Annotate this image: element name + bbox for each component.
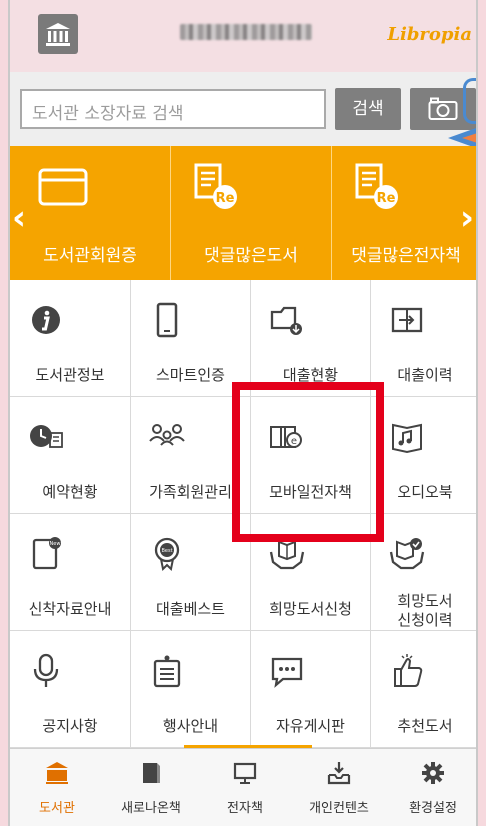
clock-list-icon [30, 425, 63, 448]
library-icon [46, 762, 68, 784]
banner-label: 댓글많은도서 [204, 246, 298, 266]
header: Libropia [10, 0, 476, 72]
menu-item-label: 자유게시판 [275, 717, 345, 735]
menu-item-recommended[interactable]: 추천도서 [371, 631, 476, 748]
tab-settings[interactable]: 환경설정 [386, 749, 476, 826]
svg-text:Best: Best [161, 548, 172, 554]
menu-item-label: 대출이력 [397, 366, 453, 384]
thumbs-up-icon [394, 654, 423, 687]
menu-item-label: 신착자료안내 [28, 600, 112, 618]
tab-ebooks[interactable]: 전자책 [198, 749, 292, 826]
banner-label: 도서관회원증 [43, 246, 137, 266]
menu-item-free-board[interactable]: 자유게시판 [251, 631, 371, 748]
menu-item-label: 행사안내 [162, 717, 219, 735]
banner-carousel: ‹ 도서관회원증 Re 댓글많은도서 Re 댓글많은전자책 › [10, 146, 476, 280]
tab-new-books[interactable]: 새로나온책 [104, 749, 198, 826]
menu-item-events[interactable]: 행사안내 [131, 631, 251, 748]
menu-item-new-arrivals[interactable]: New 신착자료안내 [10, 514, 131, 631]
menu-item-label: 도서관정보 [35, 366, 105, 384]
tab-label: 환경설정 [409, 801, 457, 816]
tab-label: 새로나온책 [121, 801, 181, 816]
menu-item-audiobook[interactable]: 오디오북 [371, 397, 476, 514]
search-input[interactable]: 도서관 소장자료 검색 [20, 89, 326, 129]
brand-logo: Libropia [387, 24, 472, 45]
new-book-tab-icon [143, 763, 160, 783]
best-badge-icon: Best [154, 537, 180, 572]
card-icon [38, 168, 88, 206]
menu-item-library-info[interactable]: 도서관정보 [10, 280, 131, 397]
tab-label: 전자책 [227, 801, 263, 816]
menu-item-loan-status[interactable]: 대출현황 [251, 280, 371, 397]
menu-item-notices[interactable]: 공지사항 [10, 631, 131, 748]
camera-icon [428, 97, 458, 120]
banner-label: 댓글많은전자책 [351, 246, 461, 266]
menu-item-label: 희망도서신청 [269, 600, 352, 618]
new-book-icon: New [32, 537, 61, 570]
enter-box-icon [391, 307, 423, 333]
menu-item-smart-auth[interactable]: 스마트인증 [131, 280, 251, 397]
menu-item-label: 희망도서 신청이력 [397, 592, 453, 629]
tab-label: 도서관 [39, 801, 75, 816]
carousel-next-arrow[interactable]: › [460, 198, 474, 238]
banner-item-popular-books[interactable]: Re 댓글많은도서 [171, 146, 331, 280]
svg-text:New: New [50, 541, 61, 547]
folder-download-icon [270, 306, 302, 335]
inbox-download-icon [327, 762, 351, 785]
library-building-icon [46, 23, 70, 46]
audiobook-icon [392, 423, 422, 454]
menu-item-reservation-status[interactable]: 예약현황 [10, 397, 131, 514]
tab-library[interactable]: 도서관 [10, 749, 104, 826]
microphone-icon [33, 653, 59, 687]
home-button[interactable] [38, 14, 78, 54]
app-screen: Libropia 도서관 소장자료 검색 검색 ‹ 도서관회원증 Re 댓글많은… [8, 0, 478, 826]
menu-item-label: 오디오북 [397, 483, 453, 501]
monitor-icon [233, 762, 257, 784]
svg-text:Re: Re [377, 191, 396, 206]
menu-item-label: 추천도서 [397, 717, 453, 735]
family-icon [149, 424, 185, 446]
chat-bubble-icon [271, 657, 303, 688]
book-reply-icon: Re [355, 163, 398, 209]
menu-item-label: 대출베스트 [155, 600, 225, 618]
gear-icon [422, 762, 444, 784]
overlay-bracket-icon [463, 78, 476, 124]
bottom-tab-bar: 도서관 새로나온책 전자책 개인컨텐츠 환경설정 [10, 748, 476, 826]
menu-item-label: 공지사항 [42, 717, 98, 735]
search-bar: 도서관 소장자료 검색 검색 [10, 72, 476, 146]
menu-item-label: 예약현황 [42, 483, 98, 501]
book-reply-icon: Re [194, 163, 237, 209]
tab-label: 개인컨텐츠 [309, 801, 369, 816]
annotation-highlight-box [232, 382, 384, 542]
notice-board-icon [153, 655, 181, 688]
tab-personal-contents[interactable]: 개인컨텐츠 [292, 749, 386, 826]
svg-text:Re: Re [216, 191, 235, 206]
menu-item-request-history[interactable]: 희망도서 신청이력 [371, 514, 476, 631]
banner-item-membership-card[interactable]: 도서관회원증 [10, 146, 170, 280]
banner-item-popular-ebooks[interactable]: Re 댓글많은전자책 [332, 146, 476, 280]
smartphone-icon [156, 302, 178, 338]
info-icon [32, 306, 60, 334]
search-button[interactable]: 검색 [335, 88, 401, 130]
library-name-blurred [180, 24, 312, 40]
hands-book-check-icon [389, 538, 425, 570]
menu-item-loan-history[interactable]: 대출이력 [371, 280, 476, 397]
